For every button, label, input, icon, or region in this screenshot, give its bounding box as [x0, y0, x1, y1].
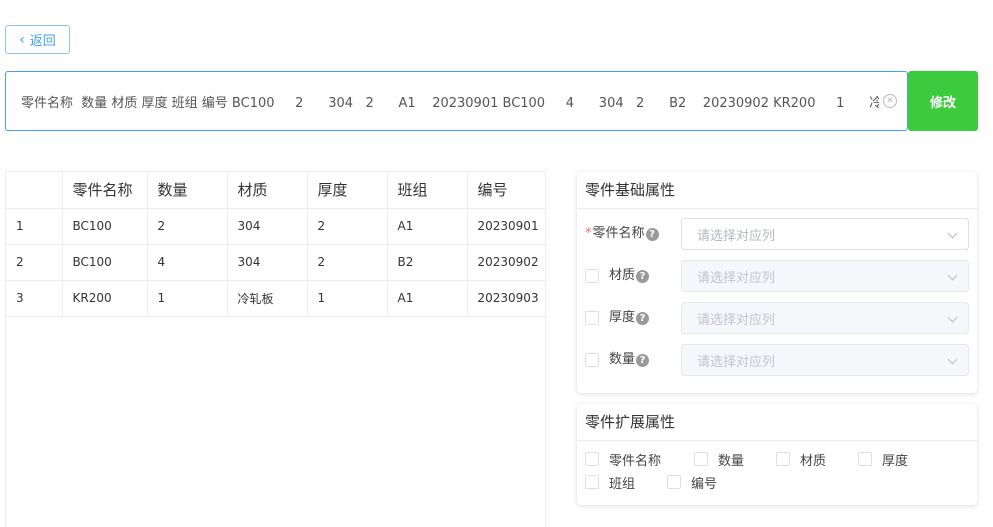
material-select[interactable]: 请选择对应列 — [681, 260, 969, 292]
column-header-quantity: 数量 — [147, 172, 228, 209]
column-header-index — [6, 172, 63, 209]
ext-option-number[interactable]: 编号 — [667, 473, 718, 492]
table-cell: KR200 — [62, 280, 148, 317]
table-cell: 20230903 — [467, 280, 547, 317]
extended-properties-panel: 零件扩展属性 零件名称 数量 材质 厚度 班组 编号 — [577, 404, 977, 505]
table-row: 2 BC100 4 304 2 B2 20230902 — [6, 244, 547, 281]
chevron-down-icon — [947, 270, 958, 281]
extended-properties-title: 零件扩展属性 — [577, 404, 977, 441]
ext-option-thickness[interactable]: 厚度 — [858, 450, 909, 469]
ext-option-label: 厚度 — [882, 453, 909, 469]
question-circle-icon[interactable]: ? — [636, 269, 650, 283]
column-header-material: 材质 — [227, 172, 308, 209]
preview-table: 零件名称 数量 材质 厚度 班组 编号 1 BC100 2 304 2 A1 2… — [5, 171, 547, 527]
field-row-part-name: * 零件名称 ? 请选择对应列 — [577, 218, 977, 250]
table-cell: BC100 — [62, 208, 148, 245]
page: ‹ 返回 零件名称 数量 材质 厚度 班组 编号 BC100 2 304 2 A… — [0, 0, 993, 527]
table-cell: 20230902 — [467, 244, 547, 281]
table-cell: B2 — [387, 244, 468, 281]
table-header-row: 零件名称 数量 材质 厚度 班组 编号 — [6, 172, 547, 209]
ext-option-quantity[interactable]: 数量 — [694, 450, 745, 469]
column-header-team: 班组 — [387, 172, 468, 209]
column-header-number: 编号 — [467, 172, 547, 209]
chevron-down-icon — [947, 228, 958, 239]
modify-button-label: 修改 — [929, 95, 956, 111]
back-button-label: 返回 — [29, 34, 56, 49]
field-row-quantity: 数量 ? 请选择对应列 — [577, 344, 977, 376]
table-cell: 1 — [147, 280, 228, 317]
chevron-left-icon: ‹ — [19, 31, 25, 48]
required-asterisk: * — [585, 226, 592, 241]
ext-option-label: 数量 — [718, 453, 745, 469]
field-row-thickness: 厚度 ? 请选择对应列 — [577, 302, 977, 334]
thickness-label: 厚度 ? — [585, 302, 650, 334]
thickness-label-text: 厚度 — [609, 310, 636, 325]
ext-team-checkbox[interactable] — [585, 475, 599, 489]
table-cell: 冷轧板 — [227, 280, 308, 317]
table-cell: 2 — [147, 208, 228, 245]
question-circle-icon[interactable]: ? — [636, 311, 650, 325]
circle-close-icon[interactable]: ✕ — [883, 94, 897, 108]
table-cell: 2 — [307, 208, 388, 245]
paste-input-value: 零件名称 数量 材质 厚度 班组 编号 BC100 2 304 2 A1 202… — [21, 95, 879, 111]
quantity-select[interactable]: 请选择对应列 — [681, 344, 969, 376]
base-properties-panel: 零件基础属性 * 零件名称 ? 请选择对应列 材质 ? 请选择对应列 厚度 ? … — [577, 172, 977, 393]
column-header-part-name: 零件名称 — [62, 172, 148, 209]
quantity-label: 数量 ? — [585, 344, 650, 376]
ext-option-team[interactable]: 班组 — [585, 473, 636, 492]
back-button[interactable]: ‹ 返回 — [5, 25, 70, 54]
material-select-placeholder: 请选择对应列 — [697, 270, 776, 286]
quantity-checkbox[interactable] — [585, 353, 599, 367]
ext-option-part-name[interactable]: 零件名称 — [585, 450, 662, 469]
table-cell: 4 — [147, 244, 228, 281]
ext-option-label: 编号 — [691, 476, 718, 492]
part-name-label: * 零件名称 ? — [585, 218, 659, 250]
ext-option-label: 材质 — [800, 453, 827, 469]
table-cell: A1 — [387, 208, 468, 245]
modify-button[interactable]: 修改 — [908, 71, 978, 131]
quantity-label-text: 数量 — [609, 352, 636, 367]
question-circle-icon[interactable]: ? — [645, 227, 659, 241]
table-cell: 3 — [6, 280, 63, 317]
ext-option-label: 零件名称 — [609, 453, 662, 469]
ext-option-material[interactable]: 材质 — [776, 450, 827, 469]
question-circle-icon[interactable]: ? — [636, 353, 650, 367]
part-name-select-placeholder: 请选择对应列 — [697, 228, 776, 244]
thickness-select-placeholder: 请选择对应列 — [697, 312, 776, 328]
table-cell: 1 — [307, 280, 388, 317]
table-cell: 304 — [227, 244, 308, 281]
thickness-checkbox[interactable] — [585, 311, 599, 325]
material-checkbox[interactable] — [585, 269, 599, 283]
chevron-down-icon — [947, 312, 958, 323]
ext-option-label: 班组 — [609, 476, 636, 492]
table-cell: A1 — [387, 280, 468, 317]
thickness-select[interactable]: 请选择对应列 — [681, 302, 969, 334]
quantity-select-placeholder: 请选择对应列 — [697, 354, 776, 370]
base-properties-title: 零件基础属性 — [577, 172, 977, 209]
table-cell: BC100 — [62, 244, 148, 281]
ext-number-checkbox[interactable] — [667, 475, 681, 489]
ext-quantity-checkbox[interactable] — [694, 452, 708, 466]
material-label-text: 材质 — [609, 268, 636, 283]
column-header-thickness: 厚度 — [307, 172, 388, 209]
table-cell: 2 — [6, 244, 63, 281]
chevron-down-icon — [947, 354, 958, 365]
ext-part-name-checkbox[interactable] — [585, 452, 599, 466]
table-cell: 304 — [227, 208, 308, 245]
ext-material-checkbox[interactable] — [776, 452, 790, 466]
paste-input[interactable]: 零件名称 数量 材质 厚度 班组 编号 BC100 2 304 2 A1 202… — [5, 71, 908, 131]
table-cell: 1 — [6, 208, 63, 245]
ext-thickness-checkbox[interactable] — [858, 452, 872, 466]
part-name-label-text: 零件名称 — [592, 226, 645, 241]
table-row: 1 BC100 2 304 2 A1 20230901 — [6, 208, 547, 245]
table-cell: 2 — [307, 244, 388, 281]
material-label: 材质 ? — [585, 260, 650, 292]
table-row: 3 KR200 1 冷轧板 1 A1 20230903 — [6, 280, 547, 317]
part-name-select[interactable]: 请选择对应列 — [681, 218, 969, 250]
table-cell: 20230901 — [467, 208, 547, 245]
field-row-material: 材质 ? 请选择对应列 — [577, 260, 977, 292]
